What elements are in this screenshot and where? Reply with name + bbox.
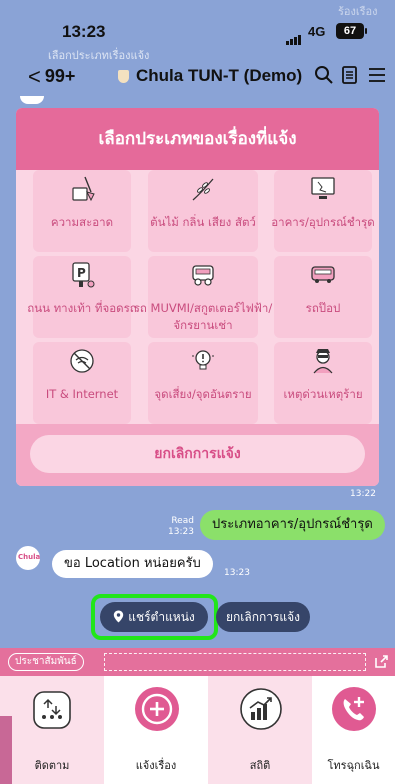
- tile-cleanliness[interactable]: ความสะอาด: [33, 170, 131, 252]
- avatar-label: Chula: [18, 553, 40, 561]
- ghost-text: ร้องเรือง: [338, 5, 378, 18]
- signal-icon: [286, 26, 302, 45]
- rich-menu-bar: ประชาสัมพันธ์: [0, 648, 395, 676]
- chevron-left-icon: <: [28, 64, 41, 89]
- avatar-partial: [20, 96, 44, 104]
- avatar: Chula: [16, 546, 40, 570]
- back-button[interactable]: <99+: [28, 64, 75, 90]
- tile-emergency-incident[interactable]: เหตุด่วนเหตุร้าย: [274, 342, 372, 424]
- share-location-button[interactable]: แชร์ตำแหน่ง: [100, 602, 208, 632]
- rich-menu-report[interactable]: แจ้งเรื่อง: [104, 676, 208, 784]
- external-open-icon[interactable]: [374, 654, 389, 673]
- read-label: Read: [171, 516, 194, 526]
- card-title: เลือกประเภทของเรื่องที่แจ้ง: [16, 108, 379, 170]
- bus-icon: [308, 260, 338, 294]
- rich-menu-label: โทรฉุกเฉิน: [327, 759, 380, 772]
- cancel-quick-reply[interactable]: ยกเลิกการแจ้ง: [216, 602, 310, 632]
- side-accent: [0, 716, 12, 784]
- rich-menu: ติดตาม แจ้งเรื่อง สถิติ โทรฉุกเฉิน: [0, 676, 395, 784]
- chat-header: <99+ Chula TUN-T (Demo): [0, 62, 395, 92]
- tile-building-equipment[interactable]: อาคาร/อุปกรณ์ชำรุด: [271, 170, 375, 252]
- status-time: 13:23: [62, 22, 106, 41]
- no-wifi-icon: [67, 346, 97, 380]
- verified-badge-icon: [118, 70, 129, 83]
- tuktuk-icon: [188, 260, 218, 294]
- in-timestamp: 13:23: [224, 568, 250, 578]
- tile-tree-smell-noise[interactable]: ต้นไม้ กลิ่น เสียง สัตว์: [148, 170, 258, 252]
- rich-menu-stats[interactable]: สถิติ: [208, 676, 312, 784]
- tile-label: อาคาร/อุปกรณ์ชำรุด: [271, 215, 375, 229]
- tile-muvmi-scooter[interactable]: รถ MUVMI/สกูตเตอร์ไฟฟ้า/จักรยานเช่า: [134, 256, 272, 338]
- card-footer: ยกเลิกการแจ้ง: [16, 424, 379, 486]
- broken-screen-icon: [308, 174, 338, 208]
- card-timestamp: 13:22: [350, 489, 376, 499]
- read-receipt: Read 13:23: [168, 516, 194, 538]
- outgoing-message: ประเภทอาคาร/อุปกรณ์ชำรุด: [200, 510, 385, 540]
- add-circle-icon: [134, 686, 180, 736]
- incoming-message: ขอ Location หน่อยครับ: [52, 550, 213, 578]
- tile-label: เหตุด่วนเหตุร้าย: [283, 387, 363, 401]
- chat-title: Chula TUN-T (Demo): [136, 66, 303, 85]
- rich-menu-track[interactable]: ติดตาม: [0, 676, 104, 784]
- out-timestamp: 13:23: [168, 527, 194, 537]
- notes-icon[interactable]: [340, 65, 360, 89]
- broom-bucket-icon: [67, 174, 97, 208]
- rich-menu-emergency-call[interactable]: โทรฉุกเฉิน: [312, 676, 395, 784]
- location-pin-icon: [114, 610, 124, 623]
- cancel-report-button[interactable]: ยกเลิกการแจ้ง: [30, 435, 365, 473]
- thief-icon: [308, 346, 338, 380]
- battery-icon: 67: [336, 23, 367, 39]
- tile-road-parking[interactable]: P ถนน ทางเท้า ที่จอดรถ: [27, 256, 137, 338]
- rich-menu-label: สถิติ: [249, 759, 271, 772]
- tile-pop-bus[interactable]: รถป๊อป: [274, 256, 372, 338]
- parking-sign-icon: P: [67, 260, 97, 294]
- search-icon[interactable]: [314, 65, 334, 89]
- bulb-warning-icon: [188, 346, 218, 380]
- pr-chip[interactable]: ประชาสัมพันธ์: [8, 653, 84, 671]
- issue-type-card: เลือกประเภทของเรื่องที่แจ้ง ความสะอาด ต้…: [16, 108, 379, 486]
- stats-chart-icon: [240, 688, 282, 734]
- track-status-icon: [32, 690, 72, 734]
- leaf-icon: [188, 174, 218, 208]
- network-type: 4G: [308, 24, 326, 39]
- emergency-call-icon: [331, 686, 377, 736]
- tile-risk-point[interactable]: จุดเสี่ยง/จุดอันตราย: [148, 342, 258, 424]
- svg-text:P: P: [77, 266, 86, 280]
- rich-menu-label: แจ้งเรื่อง: [135, 759, 177, 772]
- unread-count: 99+: [44, 66, 76, 86]
- menu-icon[interactable]: [367, 65, 387, 89]
- tile-it-internet[interactable]: IT & Internet: [33, 342, 131, 424]
- message-input[interactable]: [104, 653, 366, 671]
- share-location-label: แชร์ตำแหน่ง: [128, 610, 195, 624]
- rich-menu-label: ติดตาม: [34, 759, 70, 772]
- tile-label: รถป๊อป: [305, 301, 341, 315]
- status-bar: ร้องเรือง 13:23 4G 67 เลือกประเภทเรื่องแ…: [0, 0, 395, 62]
